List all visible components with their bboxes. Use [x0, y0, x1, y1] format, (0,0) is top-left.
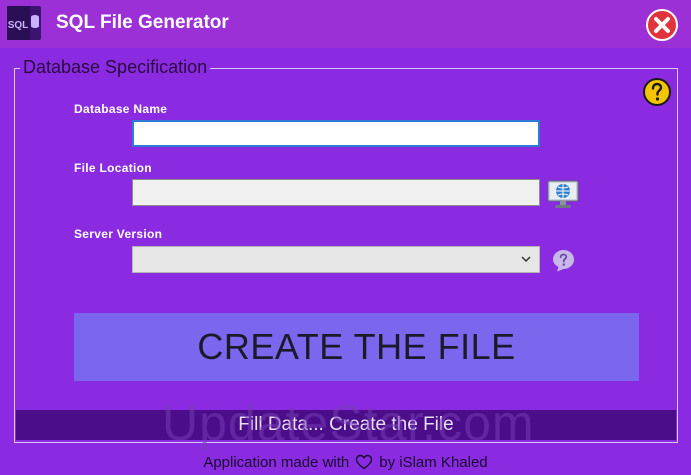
footer-text-after: by iSlam Khaled	[379, 453, 488, 471]
title-bar[interactable]: SQL SQL File Generator	[0, 0, 691, 48]
sql-file-icon: SQL	[7, 6, 41, 40]
heart-icon	[356, 454, 373, 470]
status-bar: Fill Data... Create the File	[16, 410, 676, 440]
server-version-label: Server Version	[74, 227, 163, 241]
file-location-label: File Location	[74, 161, 152, 175]
group-legend: Database Specification	[20, 57, 211, 78]
chevron-down-icon	[521, 256, 531, 263]
database-name-input[interactable]	[132, 120, 540, 147]
file-location-input[interactable]	[132, 179, 540, 206]
close-icon[interactable]	[645, 8, 679, 42]
create-file-button[interactable]: CREATE THE FILE	[74, 313, 639, 381]
svg-text:SQL: SQL	[8, 20, 29, 31]
footer-text-before: Application made with	[203, 453, 350, 471]
server-version-select[interactable]	[132, 246, 540, 273]
globe-monitor-icon[interactable]	[546, 178, 580, 210]
question-icon[interactable]	[641, 76, 673, 108]
question-bubble-icon[interactable]	[551, 248, 576, 273]
footer-credit: Application made with by iSlam Khaled	[0, 451, 691, 473]
database-name-label: Database Name	[74, 102, 168, 116]
status-text: Fill Data... Create the File	[238, 414, 454, 435]
window-title: SQL File Generator	[56, 12, 229, 33]
